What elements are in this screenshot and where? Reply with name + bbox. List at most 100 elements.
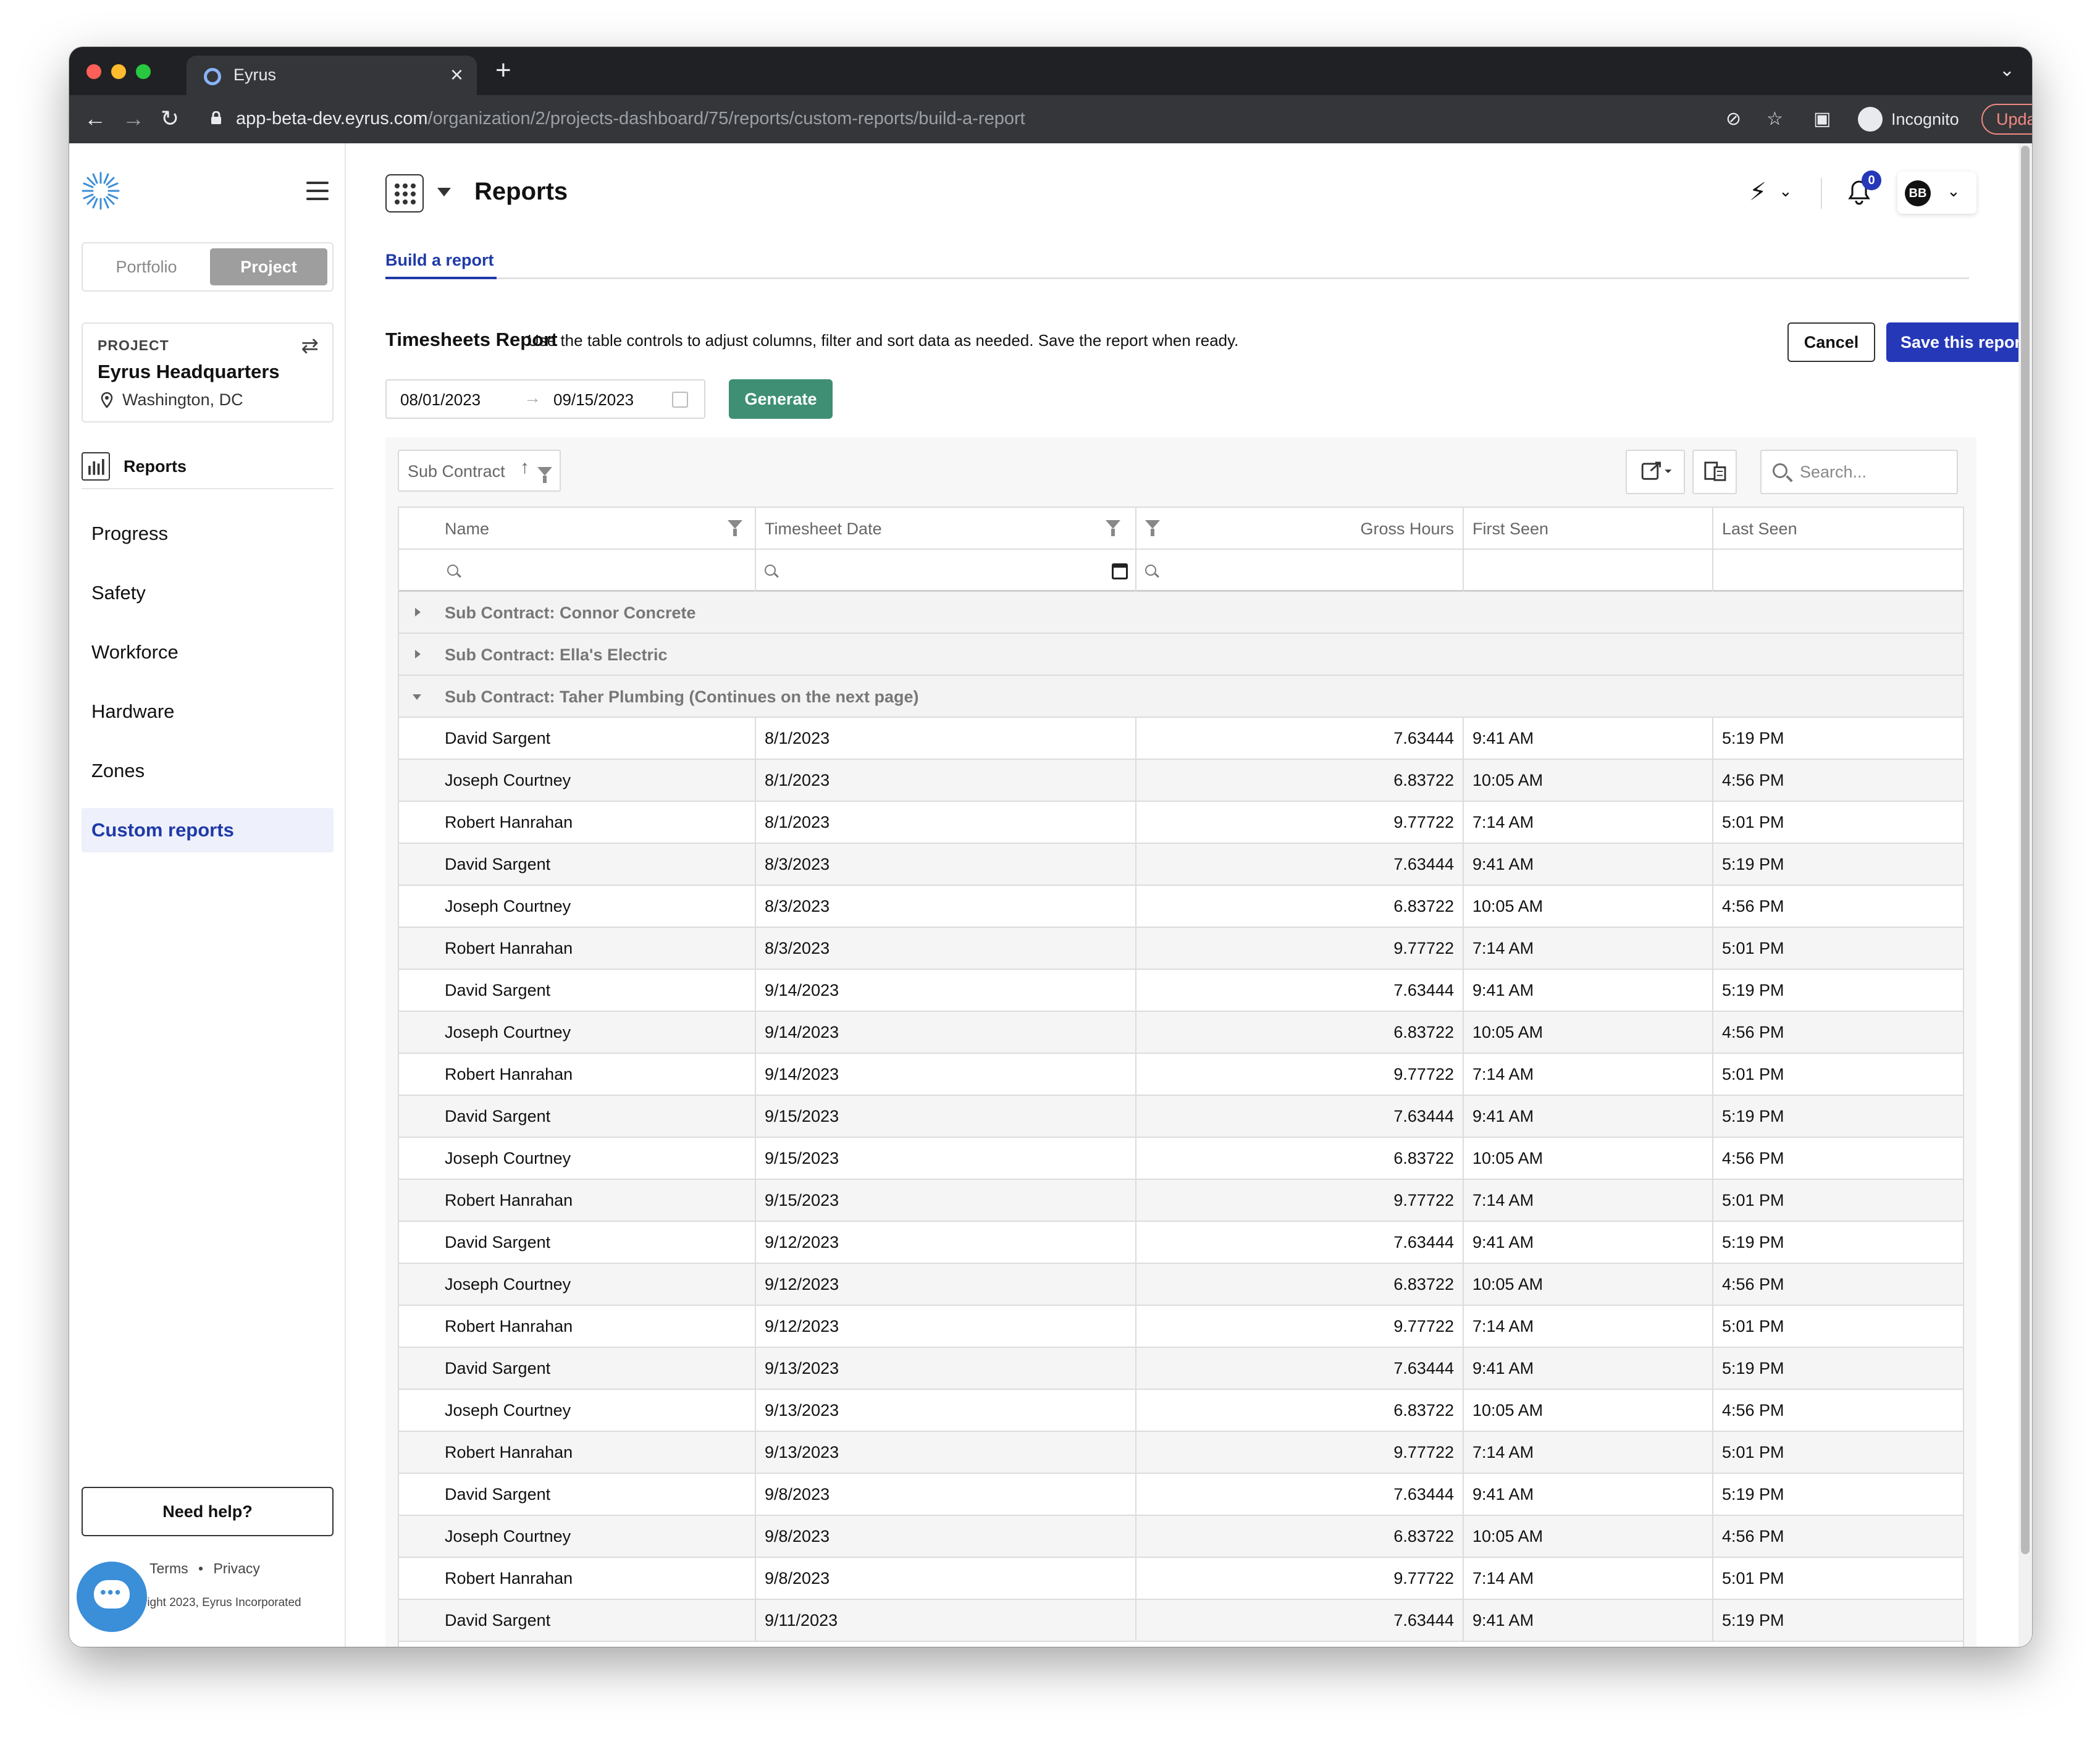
- bookmark-star-icon[interactable]: ☆: [1766, 101, 1783, 137]
- table-row[interactable]: David Sargent 9/15/2023 7.63444 9:41 AM 5:19…: [399, 1096, 1963, 1138]
- cell-first-seen: 9:41 AM: [1464, 970, 1713, 1012]
- calendar-icon[interactable]: [672, 392, 688, 408]
- portfolio-toggle-button[interactable]: Portfolio: [83, 243, 210, 290]
- back-arrow-icon[interactable]: ←: [84, 106, 106, 131]
- table-row[interactable]: Joseph Courtney 9/14/2023 6.83722 10:05 AM 4…: [399, 1012, 1963, 1054]
- cell-last-seen: 5:19 PM: [1722, 729, 1784, 747]
- app: Portfolio Project PROJECT Eyrus Headquar…: [69, 143, 2032, 1647]
- project-toggle-button[interactable]: Project: [210, 248, 327, 285]
- url-text: app-beta-dev.eyrus.com/organization/2/pr…: [236, 109, 1025, 129]
- new-tab-icon[interactable]: +: [495, 57, 511, 84]
- sidebar-item-custom-reports[interactable]: Custom reports: [82, 808, 334, 852]
- tab-search-chevron-icon[interactable]: ⌄: [1999, 59, 2015, 81]
- page-scrollbar[interactable]: [2018, 143, 2032, 1647]
- table-row[interactable]: David Sargent 8/3/2023 7.63444 9:41 AM 5:19 …: [399, 844, 1963, 886]
- privacy-link[interactable]: Privacy: [213, 1560, 259, 1576]
- column-header-timesheet-date[interactable]: Timesheet Date: [756, 508, 1136, 550]
- table-row[interactable]: Robert Hanrahan 9/14/2023 9.77722 7:14 AM 5:…: [399, 1054, 1963, 1096]
- table-row[interactable]: Joseph Courtney 9/8/2023 6.83722 10:05 AM 4:…: [399, 1516, 1963, 1558]
- sidebar-item-workforce[interactable]: Workforce: [82, 630, 334, 675]
- table-row[interactable]: David Sargent 9/11/2023 7.63444 9:41 AM 5:19…: [399, 1600, 1963, 1642]
- maximize-window-button[interactable]: [136, 64, 151, 79]
- reload-icon[interactable]: ↻: [161, 106, 179, 131]
- tab-build-a-report[interactable]: Build a report: [385, 251, 497, 279]
- table-row[interactable]: Joseph Courtney 8/3/2023 6.83722 10:05 AM 4:…: [399, 886, 1963, 928]
- table-row[interactable]: Joseph Courtney 9/15/2023 6.83722 10:05 AM 4…: [399, 1138, 1963, 1180]
- table-row[interactable]: David Sargent 9/8/2023 7.63444 9:41 AM 5:19 …: [399, 1474, 1963, 1516]
- group-by-chip[interactable]: Sub Contract ↑: [398, 450, 561, 492]
- sidebar-item-zones[interactable]: Zones: [82, 749, 334, 793]
- side-panel-icon[interactable]: ▣: [1813, 101, 1831, 137]
- tab-bar: Eyrus × + ⌄: [69, 47, 2032, 95]
- sidebar-item-hardware[interactable]: Hardware: [82, 689, 334, 734]
- sidebar-item-safety[interactable]: Safety: [82, 571, 334, 615]
- export-button[interactable]: [1626, 450, 1685, 494]
- group-filter-icon[interactable]: [537, 467, 552, 483]
- column-header-gross-hours[interactable]: Gross Hours: [1136, 508, 1464, 550]
- generate-button[interactable]: Generate: [729, 379, 833, 419]
- expand-chevron-icon[interactable]: [415, 650, 421, 658]
- user-menu-button[interactable]: BB ⌄: [1897, 172, 1976, 214]
- date-start-input[interactable]: 08/01/2023: [400, 390, 481, 410]
- chat-support-button[interactable]: •••: [77, 1562, 147, 1632]
- table-row[interactable]: Robert Hanrahan 9/13/2023 9.77722 7:14 AM 5:…: [399, 1432, 1963, 1474]
- switch-project-icon[interactable]: ⇄: [301, 334, 319, 358]
- sidebar-item-progress[interactable]: Progress: [82, 511, 334, 556]
- app-grid-icon[interactable]: [385, 174, 424, 212]
- sort-ascending-icon[interactable]: ↑: [520, 457, 529, 478]
- menu-hamburger-icon[interactable]: [306, 182, 329, 200]
- table-row[interactable]: Robert Hanrahan 9/8/2023 9.77722 7:14 AM 5:0…: [399, 1558, 1963, 1600]
- table-row[interactable]: David Sargent 9/14/2023 7.63444 9:41 AM 5:19…: [399, 970, 1963, 1012]
- date-filter-cell[interactable]: [756, 550, 1136, 592]
- group-row-taher-plumbing[interactable]: Sub Contract: Taher Plumbing (Continues …: [399, 676, 1963, 718]
- table-row[interactable]: Robert Hanrahan 9/15/2023 9.77722 7:14 AM 5:…: [399, 1180, 1963, 1222]
- close-window-button[interactable]: [86, 64, 101, 79]
- grid-search-box[interactable]: [1760, 450, 1958, 494]
- table-row[interactable]: Robert Hanrahan 9/12/2023 9.77722 7:14 AM 5:…: [399, 1306, 1963, 1348]
- table-row[interactable]: Joseph Courtney 9/12/2023 6.83722 10:05 AM 4…: [399, 1264, 1963, 1306]
- browser-tab[interactable]: Eyrus ×: [187, 56, 477, 95]
- need-help-button[interactable]: Need help?: [82, 1487, 334, 1536]
- save-report-button[interactable]: Save this report: [1886, 322, 2032, 362]
- date-filter-calendar-icon[interactable]: [1112, 563, 1128, 579]
- column-header-first-seen[interactable]: First Seen: [1464, 508, 1713, 550]
- chevron-down-icon[interactable]: ⌄: [1779, 182, 1792, 201]
- column-header-last-seen[interactable]: Last Seen: [1713, 508, 1963, 550]
- caret-down-icon[interactable]: [437, 188, 451, 196]
- minimize-window-button[interactable]: [111, 64, 126, 79]
- date-range-picker[interactable]: 08/01/2023 → 09/15/2023: [385, 379, 705, 419]
- terms-link[interactable]: Terms: [149, 1560, 188, 1576]
- date-filter-icon[interactable]: [1106, 520, 1120, 536]
- expand-chevron-icon[interactable]: [415, 608, 421, 616]
- header-divider: [1821, 178, 1822, 209]
- reports-section-header: Reports: [82, 452, 334, 489]
- table-row[interactable]: Robert Hanrahan 8/3/2023 9.77722 7:14 AM 5:0…: [399, 928, 1963, 970]
- hours-filter-cell[interactable]: [1136, 550, 1464, 592]
- table-row[interactable]: David Sargent 9/12/2023 7.63444 9:41 AM 5:19…: [399, 1222, 1963, 1264]
- table-row[interactable]: Robert Hanrahan 8/1/2023 9.77722 7:14 AM 5:0…: [399, 802, 1963, 844]
- column-header-name[interactable]: Name: [399, 508, 756, 550]
- incognito-indicator[interactable]: Incognito: [1853, 104, 1970, 135]
- name-filter-icon[interactable]: [728, 520, 742, 536]
- grid-search-input[interactable]: [1799, 456, 1953, 488]
- table-row[interactable]: David Sargent 8/1/2023 7.63444 9:41 AM 5:19 …: [399, 718, 1963, 760]
- collapse-chevron-icon[interactable]: [413, 694, 421, 700]
- eye-off-icon[interactable]: ⊘: [1726, 101, 1741, 137]
- tab-close-icon[interactable]: ×: [450, 62, 463, 88]
- cancel-button[interactable]: Cancel: [1787, 322, 1875, 362]
- group-row-ellas-electric[interactable]: Sub Contract: Ella's Electric: [399, 634, 1963, 676]
- table-row[interactable]: Joseph Courtney 9/13/2023 6.83722 10:05 AM 4…: [399, 1390, 1963, 1432]
- group-row-connor-concrete[interactable]: Sub Contract: Connor Concrete: [399, 592, 1963, 634]
- table-row[interactable]: Joseph Courtney 8/1/2023 6.83722 10:05 AM 4:…: [399, 760, 1963, 802]
- lightning-bolt-icon[interactable]: ⚡: [1749, 178, 1766, 206]
- hours-filter-icon[interactable]: [1145, 520, 1160, 536]
- forward-arrow-icon[interactable]: →: [122, 106, 145, 131]
- column-chooser-button[interactable]: [1692, 450, 1737, 494]
- date-end-input[interactable]: 09/15/2023: [553, 390, 634, 410]
- update-button[interactable]: Update ⋮: [1981, 104, 2032, 135]
- page-scrollbar-thumb[interactable]: [2021, 146, 2030, 1554]
- name-filter-cell[interactable]: [399, 550, 756, 592]
- address-bar[interactable]: app-beta-dev.eyrus.com/organization/2/pr…: [198, 101, 2032, 137]
- cell-name: Robert Hanrahan: [399, 1558, 756, 1600]
- table-row[interactable]: David Sargent 9/13/2023 7.63444 9:41 AM 5:19…: [399, 1348, 1963, 1390]
